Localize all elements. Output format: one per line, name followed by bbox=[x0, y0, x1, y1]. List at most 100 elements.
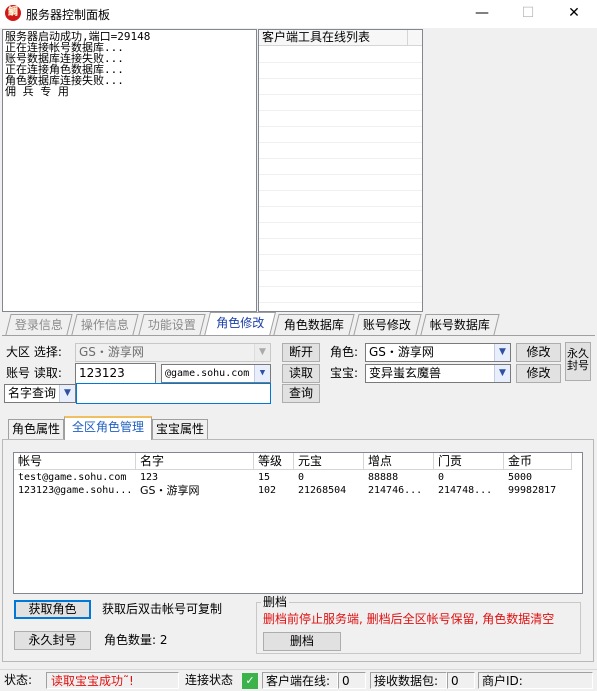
table-row[interactable]: test@game.sohu.com 123 15 0 88888 0 5000 bbox=[14, 471, 580, 484]
ban-account-button[interactable]: 永久封号 bbox=[14, 631, 91, 650]
subtab-all-region-roles[interactable]: 全区角色管理 bbox=[64, 416, 152, 440]
tab-role-database[interactable]: 角色数据库 bbox=[273, 314, 355, 335]
region-select[interactable]: GS・游享网 ▼ bbox=[75, 343, 271, 362]
client-list-gridline bbox=[259, 110, 422, 111]
account-read-label: 账号 读取: bbox=[6, 366, 62, 380]
account-input[interactable]: 123123 bbox=[75, 363, 156, 384]
client-list-gridline bbox=[259, 270, 422, 271]
client-list-header[interactable]: 客户端工具在线列表 bbox=[259, 30, 408, 46]
subtab-role-attributes[interactable]: 角色属性 bbox=[8, 419, 64, 439]
list-header-col-gold[interactable]: 金币 bbox=[504, 453, 572, 470]
client-list-gridline bbox=[259, 190, 422, 191]
table-cell: 88888 bbox=[368, 472, 399, 483]
maximize-button[interactable]: ☐ bbox=[505, 0, 551, 28]
app-icon: 鲷 bbox=[5, 5, 21, 21]
minimize-button[interactable]: — bbox=[459, 0, 505, 28]
tab-account-database[interactable]: 帐号数据库 bbox=[420, 314, 500, 335]
pet-select[interactable]: 变异蚩玄魔兽 ▼ bbox=[365, 364, 511, 383]
table-cell: 214746... bbox=[368, 485, 423, 496]
clients-online-label: 客户端在线: bbox=[262, 672, 338, 689]
chevron-down-icon[interactable]: ▼ bbox=[59, 385, 75, 402]
table-cell: 214748... bbox=[438, 485, 493, 496]
client-list-gridline bbox=[259, 238, 422, 239]
server-log[interactable]: 服务器启动成功,端口=29148 正在连接帐号数据库... 账号数据库连接失败.… bbox=[2, 29, 257, 312]
client-list-gridline bbox=[259, 174, 422, 175]
table-cell: 0 bbox=[298, 472, 305, 483]
delete-group-title: 删档 bbox=[261, 595, 290, 609]
client-list-gridline bbox=[259, 94, 422, 95]
client-list-gridline bbox=[259, 222, 422, 223]
copy-hint: 获取后双击帐号可复制 bbox=[102, 602, 223, 616]
client-list-gridline bbox=[259, 302, 422, 303]
title-bar[interactable]: 鲷 服务器控制面板 — ☐ ✕ bbox=[0, 0, 597, 28]
query-button[interactable]: 查询 bbox=[282, 384, 320, 403]
window-title: 服务器控制面板 bbox=[26, 8, 111, 22]
domain-select[interactable]: @game.sohu.com ▼ bbox=[161, 364, 271, 383]
region-select-value: GS・游享网 bbox=[79, 345, 144, 359]
merchant-id-label: 商户ID: bbox=[478, 672, 593, 689]
tab-divider bbox=[2, 335, 595, 336]
pet-label: 宝宝: bbox=[330, 366, 359, 380]
chevron-down-icon[interactable]: ▼ bbox=[254, 344, 270, 361]
role-select-value: GS・游享网 bbox=[369, 345, 434, 359]
list-header-col-contribution[interactable]: 门贡 bbox=[434, 453, 504, 470]
region-select-label: 大区 选择: bbox=[6, 345, 62, 359]
list-header-col-yuanbao[interactable]: 元宝 bbox=[294, 453, 364, 470]
table-cell: 21268504 bbox=[298, 485, 347, 496]
chevron-down-icon[interactable]: ▼ bbox=[494, 344, 510, 361]
status-label: 状态: bbox=[4, 673, 33, 687]
list-header-col-points[interactable]: 增点 bbox=[364, 453, 434, 470]
subtab-pet-attributes[interactable]: 宝宝属性 bbox=[152, 419, 208, 439]
table-cell: 123 bbox=[140, 472, 159, 483]
connection-ok-icon: ✓ bbox=[242, 673, 258, 689]
table-cell: 123123@game.sohu... bbox=[18, 485, 133, 496]
get-roles-button[interactable]: 获取角色 bbox=[14, 600, 91, 619]
client-list-gridline bbox=[259, 286, 422, 287]
client-list-gridline bbox=[259, 62, 422, 63]
chevron-down-icon[interactable]: ▼ bbox=[254, 365, 270, 382]
client-list-gridline bbox=[259, 142, 422, 143]
close-button[interactable]: ✕ bbox=[551, 0, 597, 28]
chevron-down-icon[interactable]: ▼ bbox=[494, 365, 510, 382]
connection-label: 连接状态 bbox=[185, 673, 234, 687]
query-type-value: 名字查询 bbox=[8, 386, 57, 400]
disconnect-button[interactable]: 断开 bbox=[282, 343, 320, 362]
table-cell: test@game.sohu.com bbox=[18, 472, 127, 483]
client-list-gridline bbox=[259, 78, 422, 79]
tab-login-info[interactable]: 登录信息 bbox=[5, 314, 73, 335]
role-modify-button[interactable]: 修改 bbox=[516, 343, 561, 362]
table-cell: GS・游享网 bbox=[140, 484, 200, 497]
table-cell: 15 bbox=[258, 472, 271, 483]
table-cell: 5000 bbox=[508, 472, 533, 483]
query-input[interactable] bbox=[76, 383, 271, 404]
client-list-gridline bbox=[259, 254, 422, 255]
list-header-col-name[interactable]: 名字 bbox=[136, 453, 254, 470]
tab-account-modify[interactable]: 账号修改 bbox=[353, 314, 422, 335]
tab-role-modify[interactable]: 角色修改 bbox=[204, 312, 276, 336]
table-cell: 102 bbox=[258, 485, 277, 496]
ban-forever-button[interactable]: 永久封号 bbox=[565, 342, 591, 381]
read-button[interactable]: 读取 bbox=[282, 364, 320, 383]
pet-select-value: 变异蚩玄魔兽 bbox=[369, 366, 442, 380]
client-online-list[interactable]: 客户端工具在线列表 bbox=[258, 29, 423, 312]
delete-warning: 删档前停止服务端, 删档后全区帐号保留, 角色数据清空 bbox=[263, 612, 555, 626]
received-packets-label: 接收数据包: bbox=[370, 672, 447, 689]
role-select[interactable]: GS・游享网 ▼ bbox=[365, 343, 511, 362]
role-count: 角色数量: 2 bbox=[104, 633, 168, 647]
role-label: 角色: bbox=[330, 345, 359, 359]
tab-operation-info[interactable]: 操作信息 bbox=[71, 314, 139, 335]
pet-modify-button[interactable]: 修改 bbox=[516, 364, 561, 383]
table-row[interactable]: 123123@game.sohu... GS・游享网 102 21268504 2147… bbox=[14, 484, 580, 497]
delete-button[interactable]: 删档 bbox=[263, 632, 341, 651]
client-list-gridline bbox=[259, 126, 422, 127]
client-list-header-extra[interactable] bbox=[408, 30, 422, 46]
tab-function-settings[interactable]: 功能设置 bbox=[138, 314, 206, 335]
query-type-select[interactable]: 名字查询 ▼ bbox=[4, 384, 76, 403]
list-header-col-account[interactable]: 帐号 bbox=[14, 453, 136, 470]
table-cell: 0 bbox=[438, 472, 445, 483]
received-packets-value: 0 bbox=[447, 672, 475, 689]
list-header-col-level[interactable]: 等级 bbox=[254, 453, 294, 470]
table-cell: 99982817 bbox=[508, 485, 557, 496]
role-list[interactable]: 帐号 名字 等级 元宝 增点 门贡 金币 test@game.sohu.com 123 15 0 88… bbox=[13, 452, 583, 594]
domain-select-value: @game.sohu.com bbox=[165, 368, 250, 379]
